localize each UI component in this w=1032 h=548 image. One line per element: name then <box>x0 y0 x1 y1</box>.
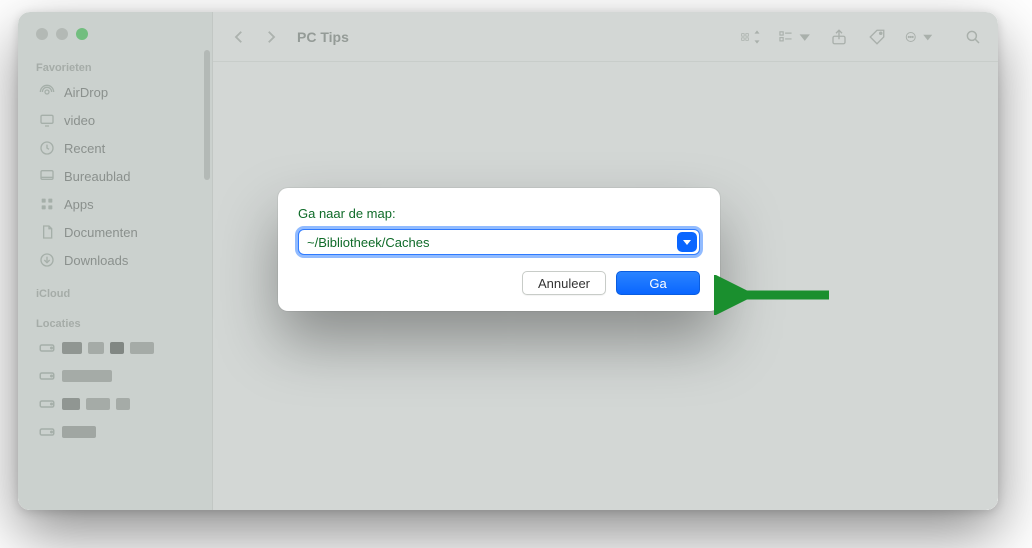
stage: Favorieten AirDrop video <box>0 0 1032 548</box>
go-button[interactable]: Ga <box>616 271 700 295</box>
go-button-label: Ga <box>649 276 666 291</box>
folder-path-input[interactable] <box>298 229 700 255</box>
path-history-dropdown[interactable] <box>677 232 697 252</box>
cancel-button[interactable]: Annuleer <box>522 271 606 295</box>
dialog-actions: Annuleer Ga <box>298 271 700 295</box>
go-to-folder-dialog: Ga naar de map: Annuleer Ga <box>278 188 720 311</box>
path-field-wrapper <box>298 229 700 255</box>
cancel-button-label: Annuleer <box>538 276 590 291</box>
dialog-label: Ga naar de map: <box>298 206 700 221</box>
